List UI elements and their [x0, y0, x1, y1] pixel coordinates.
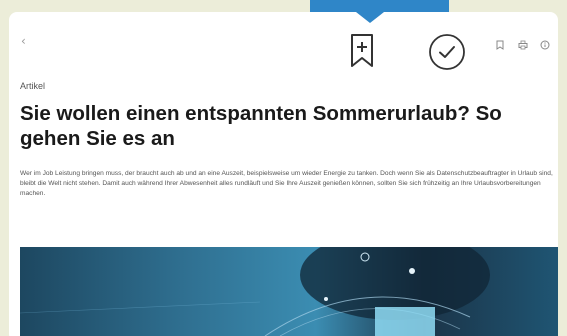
bookmark-plus-icon[interactable] — [349, 33, 375, 69]
hero-illustration — [20, 247, 490, 336]
printer-icon[interactable] — [518, 40, 528, 50]
check-circle-icon[interactable] — [428, 33, 466, 71]
chevron-left-icon[interactable]: ‹ — [21, 34, 33, 48]
bookmark-icon[interactable] — [495, 40, 505, 50]
tooltip-callout — [310, 0, 449, 12]
tooltip-pointer — [356, 12, 384, 23]
article-lead: Wer im Job Leistung bringen muss, der br… — [20, 170, 553, 197]
article-title[interactable]: Sie wollen einen entspannten Sommerurlau… — [20, 101, 560, 151]
hero-image — [20, 247, 558, 336]
article-category: Artikel — [20, 81, 46, 91]
info-icon[interactable] — [540, 40, 550, 50]
